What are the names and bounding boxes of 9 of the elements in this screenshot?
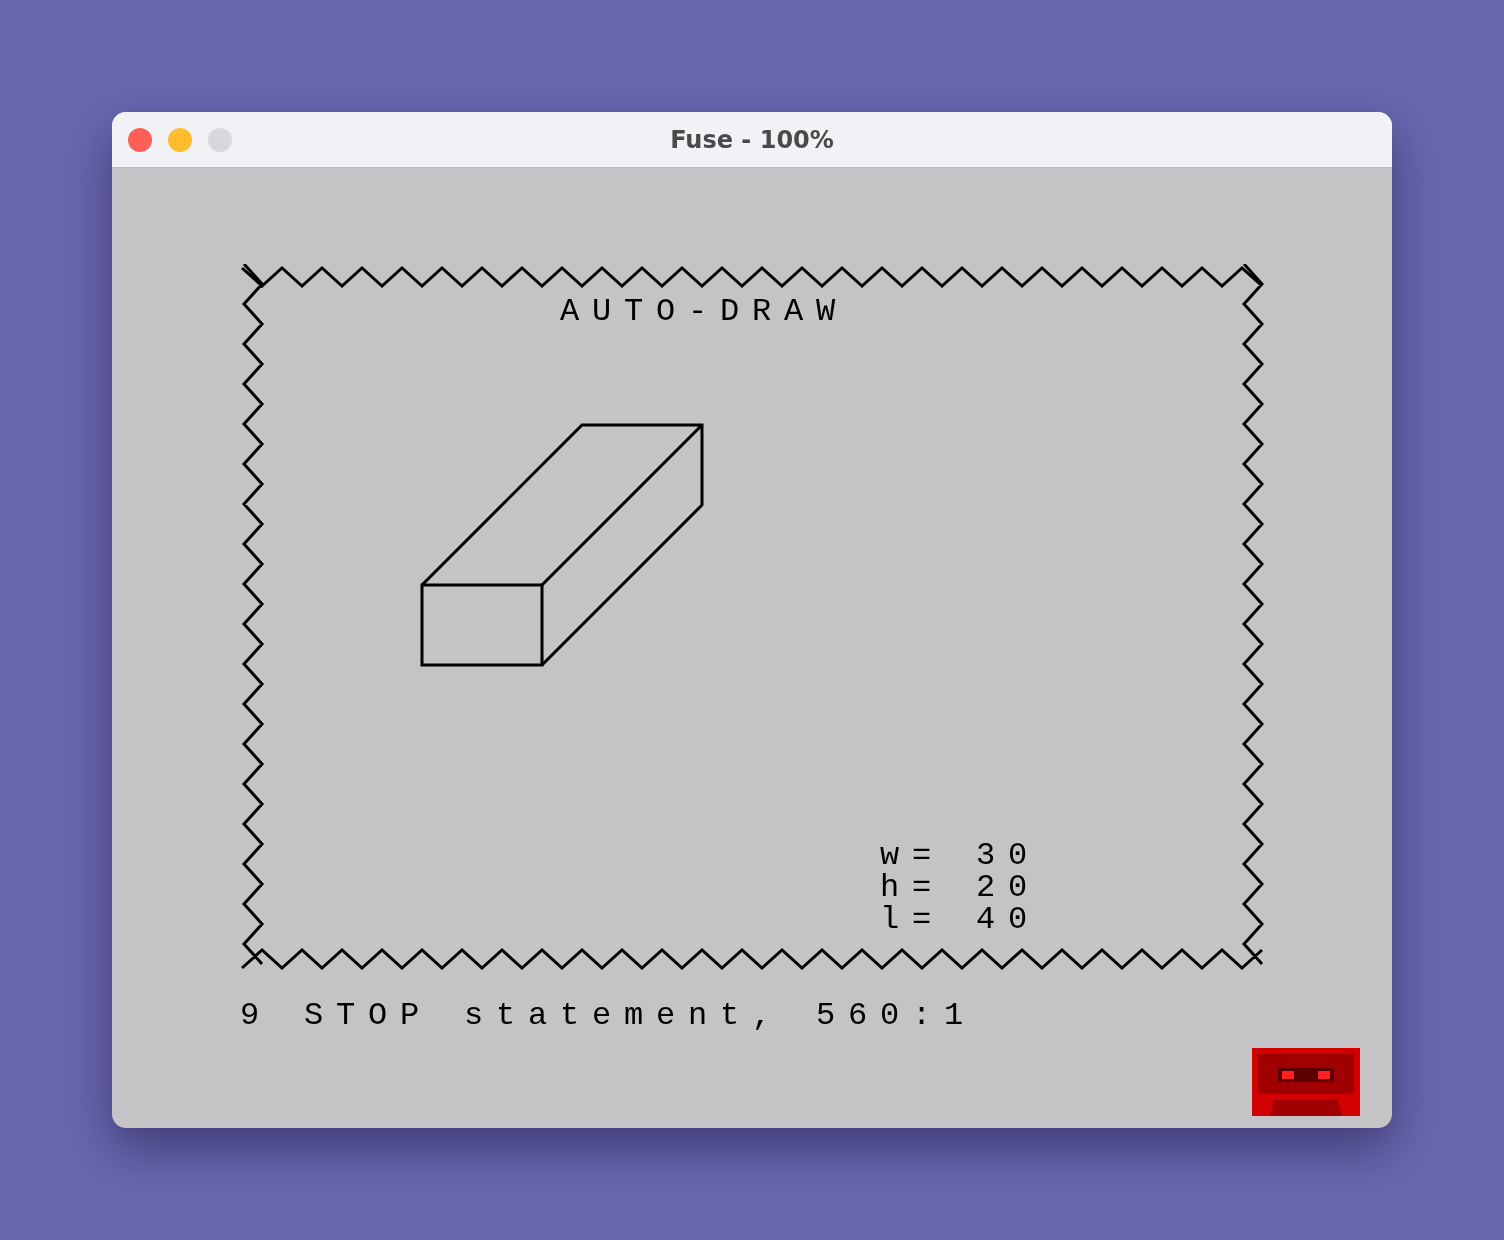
minimize-button[interactable] bbox=[168, 127, 192, 152]
screen-title: AUTO-DRAW bbox=[560, 293, 849, 330]
status-message: 9 STOP statement, 560:1 bbox=[240, 997, 977, 1034]
dimension-readout: h= 20 bbox=[880, 872, 1041, 904]
window-title: Fuse - 100% bbox=[670, 125, 834, 154]
dimension-readout: l= 40 bbox=[880, 904, 1041, 936]
close-button[interactable] bbox=[128, 127, 152, 152]
cassette-tape-icon bbox=[1252, 1048, 1360, 1116]
dimension-readout: w= 30 bbox=[880, 840, 1041, 872]
